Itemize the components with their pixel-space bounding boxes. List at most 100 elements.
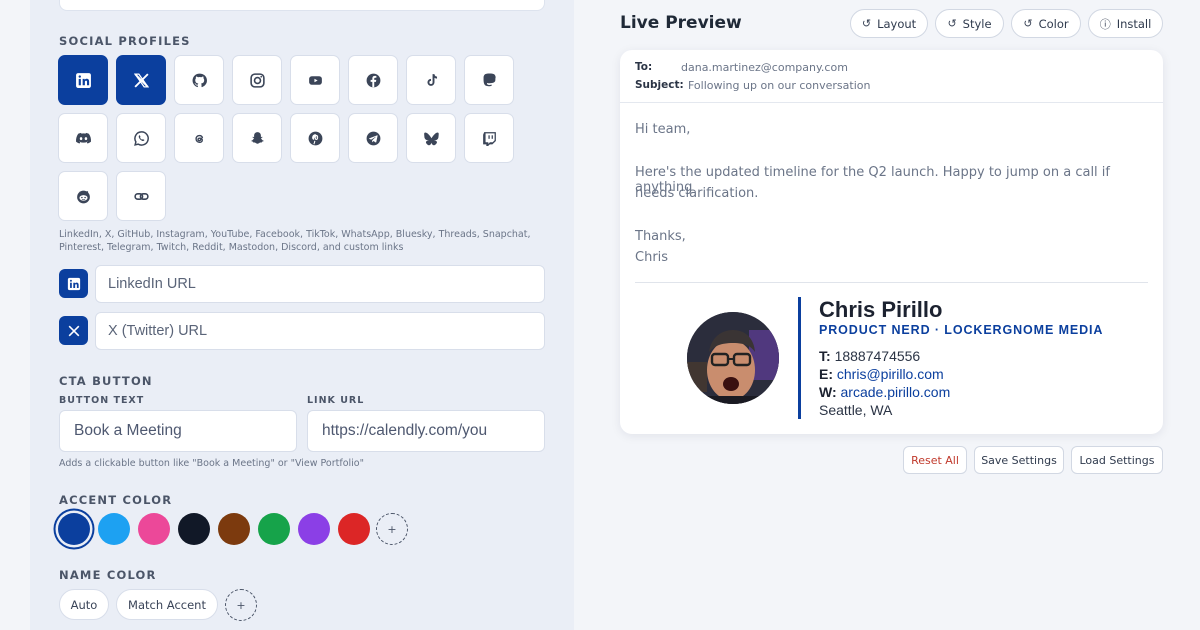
signature-title: PRODUCT NERD · LOCKERGNOME MEDIA bbox=[819, 323, 1104, 337]
email-link[interactable]: chris@pirillo.com bbox=[837, 366, 944, 382]
name-color-auto-button[interactable]: Auto bbox=[59, 589, 109, 620]
social-discord-button[interactable] bbox=[58, 113, 108, 163]
to-value: dana.martinez@company.com bbox=[681, 61, 848, 74]
link-url-label: LINK URL bbox=[307, 395, 365, 406]
pinterest-icon bbox=[308, 131, 322, 145]
undo-icon: ↺ bbox=[947, 17, 957, 30]
cta-heading: CTA BUTTON bbox=[59, 374, 153, 388]
linkedin-badge bbox=[59, 269, 88, 298]
social-mastodon-button[interactable] bbox=[464, 55, 514, 105]
reset-layout-button[interactable]: ↺ Layout bbox=[850, 9, 928, 38]
accent-swatch[interactable] bbox=[338, 513, 370, 545]
header-divider bbox=[620, 102, 1163, 103]
social-tiktok-button[interactable] bbox=[406, 55, 456, 105]
reset-layout-label: Layout bbox=[877, 16, 917, 31]
social-facebook-button[interactable] bbox=[348, 55, 398, 105]
save-settings-button[interactable]: Save Settings bbox=[974, 446, 1064, 474]
reset-color-label: Color bbox=[1038, 16, 1069, 31]
accent-color-heading: ACCENT COLOR bbox=[59, 493, 173, 507]
x-icon bbox=[133, 72, 149, 88]
social-snapchat-button[interactable] bbox=[232, 113, 282, 163]
name-color-match-accent-button[interactable]: Match Accent bbox=[116, 589, 218, 620]
load-settings-button[interactable]: Load Settings bbox=[1071, 446, 1163, 474]
add-accent-color-button[interactable]: + bbox=[376, 513, 408, 545]
plus-icon: + bbox=[236, 598, 246, 612]
phone-label: T: bbox=[819, 348, 831, 364]
email-preview-card: To: dana.martinez@company.com Subject: F… bbox=[620, 50, 1163, 434]
tiktok-icon bbox=[426, 73, 437, 86]
add-name-color-button[interactable]: + bbox=[225, 589, 257, 621]
social-github-button[interactable] bbox=[174, 55, 224, 105]
website-label: W: bbox=[819, 384, 837, 400]
cta-button-text-input[interactable]: Book a Meeting bbox=[59, 410, 297, 452]
social-telegram-button[interactable] bbox=[348, 113, 398, 163]
cta-link-url-input[interactable]: https://calendly.com/you bbox=[307, 410, 545, 452]
reset-style-button[interactable]: ↺ Style bbox=[935, 9, 1004, 38]
youtube-icon bbox=[308, 75, 322, 85]
reset-all-button[interactable]: Reset All bbox=[903, 446, 967, 474]
link-icon bbox=[133, 192, 149, 200]
accent-swatch[interactable] bbox=[178, 513, 210, 545]
signature-accent-bar bbox=[798, 297, 801, 419]
email-greeting: Hi team, bbox=[635, 122, 691, 137]
phone-value: 18887474556 bbox=[834, 348, 921, 364]
email-body-line: needs clarification. bbox=[635, 186, 759, 201]
website-link[interactable]: arcade.pirillo.com bbox=[841, 384, 951, 400]
threads-icon bbox=[194, 134, 203, 143]
signature-location: Seattle, WA bbox=[819, 402, 893, 418]
email-sender: Chris bbox=[635, 250, 669, 265]
accent-swatch[interactable] bbox=[258, 513, 290, 545]
instagram-icon bbox=[249, 72, 265, 88]
social-linkedin-button[interactable] bbox=[58, 55, 108, 105]
accent-swatch[interactable] bbox=[218, 513, 250, 545]
reset-color-button[interactable]: ↺ Color bbox=[1011, 9, 1081, 38]
avatar bbox=[687, 312, 779, 404]
accent-swatch[interactable] bbox=[98, 513, 130, 545]
undo-icon: ↺ bbox=[861, 17, 872, 30]
subject-label: Subject: bbox=[635, 79, 684, 91]
previous-field[interactable] bbox=[59, 0, 545, 11]
reddit-icon bbox=[76, 190, 90, 203]
facebook-icon bbox=[366, 73, 380, 87]
supported-networks-text: LinkedIn, X, GitHub, Instagram, YouTube,… bbox=[59, 229, 531, 253]
plus-icon: + bbox=[387, 522, 397, 536]
button-text-label: BUTTON TEXT bbox=[59, 395, 145, 406]
twitch-icon bbox=[482, 131, 496, 146]
bluesky-icon bbox=[423, 131, 439, 145]
linkedin-icon bbox=[75, 72, 91, 88]
email-label: E: bbox=[819, 366, 833, 382]
social-youtube-button[interactable] bbox=[290, 55, 340, 105]
whatsapp-icon bbox=[133, 130, 149, 146]
social-x-button[interactable] bbox=[116, 55, 166, 105]
linkedin-url-input[interactable]: LinkedIn URL bbox=[95, 265, 545, 303]
subject-value: Following up on our conversation bbox=[688, 79, 871, 92]
discord-icon bbox=[75, 132, 91, 143]
social-whatsapp-button[interactable] bbox=[116, 113, 166, 163]
mastodon-icon bbox=[483, 72, 496, 86]
x-icon bbox=[68, 325, 79, 336]
install-button[interactable]: ⓘ Install bbox=[1088, 9, 1163, 38]
signature-name: Chris Pirillo bbox=[819, 297, 943, 322]
accent-swatch[interactable] bbox=[138, 513, 170, 545]
social-twitch-button[interactable] bbox=[464, 113, 514, 163]
cta-hint: Adds a clickable button like "Book a Mee… bbox=[59, 458, 364, 469]
reset-style-label: Style bbox=[962, 16, 992, 31]
accent-swatch[interactable] bbox=[58, 513, 90, 545]
social-threads-button[interactable] bbox=[174, 113, 224, 163]
social-reddit-button[interactable] bbox=[58, 171, 108, 221]
signature-website: W: arcade.pirillo.com bbox=[819, 384, 950, 400]
social-pinterest-button[interactable] bbox=[290, 113, 340, 163]
email-signoff: Thanks, bbox=[635, 229, 686, 244]
x-url-input[interactable]: X (Twitter) URL bbox=[95, 312, 545, 350]
social-custom-link-button[interactable] bbox=[116, 171, 166, 221]
signature-divider bbox=[635, 282, 1148, 283]
social-bluesky-button[interactable] bbox=[406, 113, 456, 163]
info-icon: ⓘ bbox=[1099, 17, 1111, 31]
accent-swatch[interactable] bbox=[298, 513, 330, 545]
social-profiles-heading: SOCIAL PROFILES bbox=[59, 34, 191, 48]
social-instagram-button[interactable] bbox=[232, 55, 282, 105]
snapchat-icon bbox=[250, 131, 264, 144]
x-badge bbox=[59, 316, 88, 345]
github-icon bbox=[192, 73, 207, 87]
install-label: Install bbox=[1116, 16, 1152, 31]
